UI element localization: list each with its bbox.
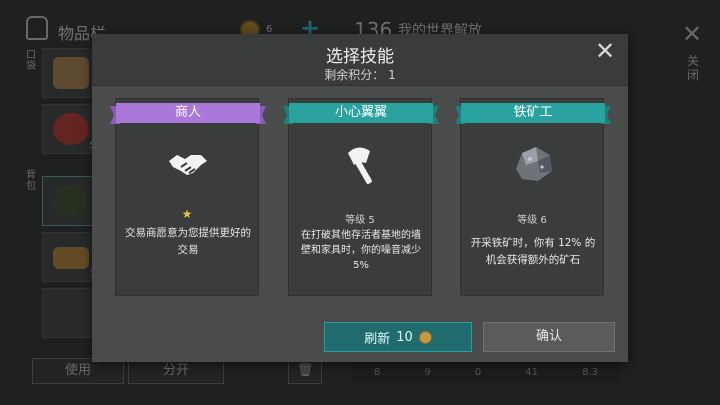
- modal-header: 选择技能 剩余积分： 1 ✕: [92, 34, 628, 86]
- skill-description: 在打破其他存活者基地的墙壁和家具时，你的噪音减少 5%: [301, 230, 421, 271]
- skill-level: 等级 6: [517, 215, 547, 226]
- remaining-points-value: 1: [388, 68, 396, 82]
- skill-card-careful[interactable]: 小心翼翼 等级 5 在打破其他存活者基地的墙壁和家具时，你的噪音减少 5%: [283, 98, 439, 296]
- skill-description: 开采铁矿时，你有 12% 的机会获得额外的矿石: [470, 237, 596, 266]
- remaining-points-label: 剩余积分：: [324, 68, 385, 82]
- close-icon[interactable]: ✕: [592, 38, 618, 64]
- skill-card-iron-miner[interactable]: 铁矿工 等级 6 开采铁矿时，你有 12% 的机会获得额外的矿石: [455, 98, 611, 296]
- coin-icon: [418, 330, 432, 344]
- skill-ribbon: 铁矿工: [455, 103, 611, 125]
- skill-name: 铁矿工: [461, 103, 605, 123]
- axe-icon: [348, 147, 372, 184]
- iron-ore-icon: [516, 147, 552, 181]
- refresh-cost: 10: [396, 329, 413, 345]
- refresh-label: 刷新: [364, 331, 391, 347]
- remaining-points: 剩余积分： 1: [92, 66, 628, 83]
- skill-level: 等级 5: [345, 215, 375, 226]
- skill-selection-modal: 选择技能 剩余积分： 1 ✕ 商人 ★ 交易商愿意为您提供更好的交易 小心翼翼: [92, 34, 628, 362]
- handshake-icon: [169, 155, 207, 175]
- confirm-button[interactable]: 确认: [483, 322, 615, 352]
- skill-ribbon: 小心翼翼: [283, 103, 439, 125]
- skill-name: 商人: [116, 103, 260, 123]
- refresh-button[interactable]: 刷新 10: [324, 322, 472, 352]
- skill-card-merchant[interactable]: 商人 ★ 交易商愿意为您提供更好的交易: [110, 98, 266, 296]
- modal-title: 选择技能: [326, 47, 394, 67]
- skill-description: 交易商愿意为您提供更好的交易: [125, 227, 251, 256]
- skill-name: 小心翼翼: [289, 103, 433, 123]
- star-icon: ★: [181, 207, 193, 221]
- skill-ribbon: 商人: [110, 103, 266, 125]
